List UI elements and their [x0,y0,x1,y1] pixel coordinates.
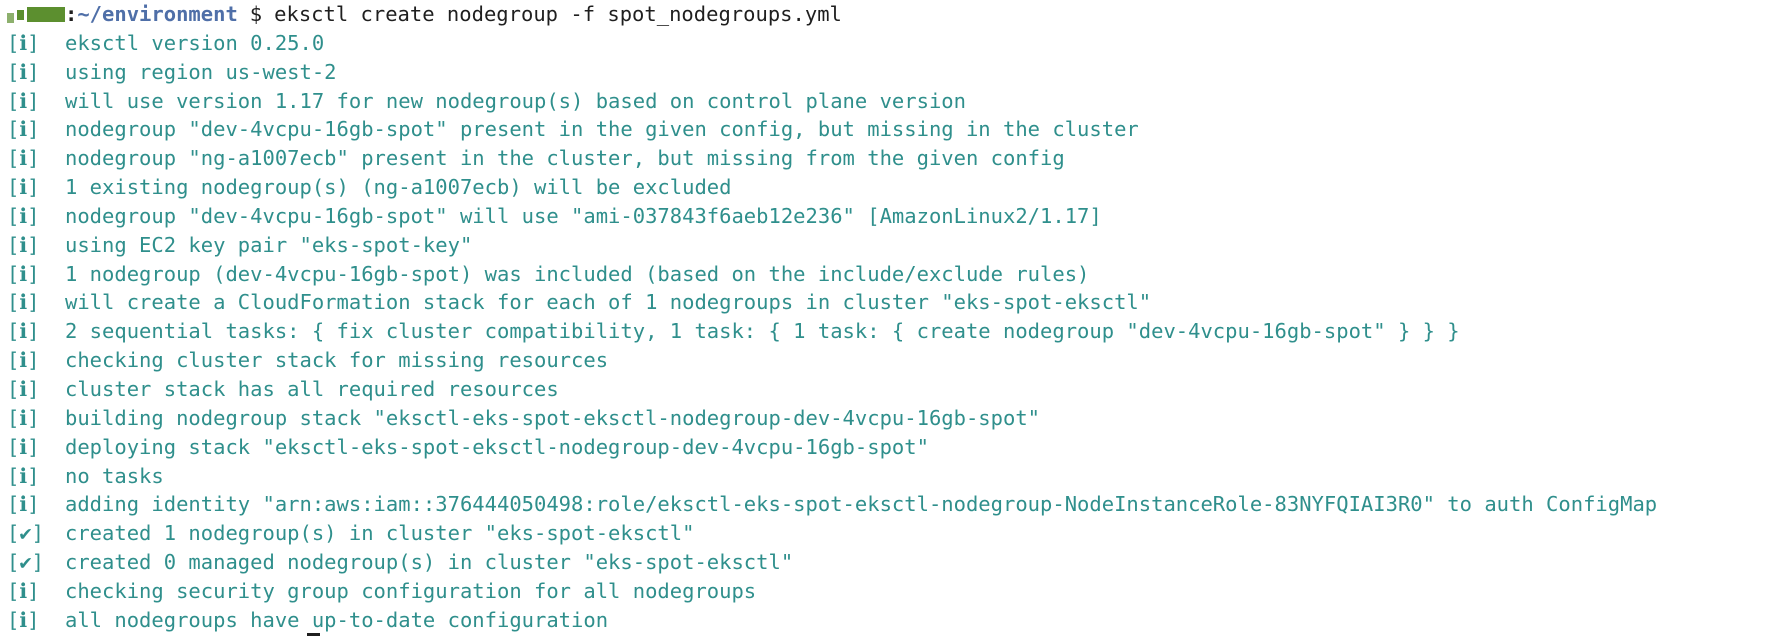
info-status-icon: [ℹ] [7,492,40,517]
output-message: created 0 managed nodegroup(s) in cluste… [65,550,794,575]
output-message: created 1 nodegroup(s) in cluster "eks-s… [65,521,695,546]
output-line: [ℹ] adding identity "arn:aws:iam::3764440… [7,490,1774,519]
output-message: eksctl version 0.25.0 [65,30,325,55]
output-line: [✔] created 1 nodegroup(s) in cluster "ek… [7,519,1774,548]
output-line: [✔] created 0 managed nodegroup(s) in clu… [7,548,1774,577]
info-status-icon: [ℹ] [7,175,40,200]
host-block-fragment [7,13,14,24]
output-line: [ℹ] nodegroup "dev-4vcpu-16gb-spot" prese… [7,115,1774,144]
info-status-icon: [ℹ] [7,376,40,401]
host-block-fragment [27,6,65,22]
output-line: [ℹ] eksctl version 0.25.0 [7,29,1774,58]
output-line: [ℹ] checking security group configuration… [7,577,1774,606]
success-status-icon: [✔] [7,550,45,575]
output-message: all nodegroups have up-to-date configura… [65,607,609,632]
info-status-icon: [ℹ] [7,117,40,142]
command-output: [ℹ] eksctl version 0.25.0 [ℹ] using region … [7,29,1774,635]
output-message: nodegroup "dev-4vcpu-16gb-spot" will use… [65,203,1102,228]
info-status-icon: [ℹ] [7,146,40,171]
info-status-icon: [ℹ] [7,578,40,603]
redacted-host-block [7,5,65,24]
output-message: cluster stack has all required resources [65,376,559,401]
info-status-icon: [ℹ] [7,405,40,430]
output-message: adding identity "arn:aws:iam::3764440504… [65,492,1658,517]
info-status-icon: [ℹ] [7,348,40,373]
info-status-icon: [ℹ] [7,290,40,315]
output-message: no tasks [65,463,164,488]
info-status-icon: [ℹ] [7,59,40,84]
output-line: [ℹ] 2 sequential tasks: { fix cluster com… [7,317,1774,346]
output-message: building nodegroup stack "eksctl-eks-spo… [65,405,1041,430]
output-message: using region us-west-2 [65,59,337,84]
output-line: [ℹ] will create a CloudFormation stack fo… [7,288,1774,317]
output-message: nodegroup "dev-4vcpu-16gb-spot" present … [65,117,1139,142]
output-line: [ℹ] cluster stack has all required resour… [7,375,1774,404]
output-line: [ℹ] 1 nodegroup (dev-4vcpu-16gb-spot) was… [7,260,1774,289]
output-line: [ℹ] using region us-west-2 [7,58,1774,87]
output-line: [ℹ] will use version 1.17 for new nodegro… [7,87,1774,116]
info-status-icon: [ℹ] [7,319,40,344]
output-message: checking security group configuration fo… [65,578,757,603]
info-status-icon: [ℹ] [7,434,40,459]
info-status-icon: [ℹ] [7,261,40,286]
output-line: [ℹ] nodegroup "ng-a1007ecb" present in th… [7,144,1774,173]
output-line: [ℹ] nodegroup "dev-4vcpu-16gb-spot" will … [7,202,1774,231]
prompt-line: : ~/environment $ eksctl create nodegrou… [7,0,1774,29]
output-message: will create a CloudFormation stack for e… [65,290,1152,315]
output-line: [ℹ] all nodegroups have up-to-date config… [7,606,1774,635]
info-status-icon: [ℹ] [7,30,40,55]
prompt-dollar: $ [249,2,263,26]
output-message: will use version 1.17 for new nodegroup(… [65,88,966,113]
info-status-icon: [ℹ] [7,463,40,488]
output-line: [ℹ] using EC2 key pair "eks-spot-key" [7,231,1774,260]
output-message: nodegroup "ng-a1007ecb" present in the c… [65,146,1065,171]
terminal-window[interactable]: : ~/environment $ eksctl create nodegrou… [0,0,1774,638]
info-status-icon: [ℹ] [7,607,40,632]
command-text: eksctl create nodegroup -f spot_nodegrou… [274,2,842,26]
prompt-path: ~/environment [77,2,238,26]
output-message: 2 sequential tasks: { fix cluster compat… [65,319,1460,344]
output-line: [ℹ] checking cluster stack for missing re… [7,346,1774,375]
success-status-icon: [✔] [7,521,45,546]
output-message: 1 nodegroup (dev-4vcpu-16gb-spot) was in… [65,261,1090,286]
output-line: [ℹ] building nodegroup stack "eksctl-eks-… [7,404,1774,433]
output-message: 1 existing nodegroup(s) (ng-a1007ecb) wi… [65,175,732,200]
output-line: [ℹ] no tasks [7,462,1774,491]
info-status-icon: [ℹ] [7,232,40,257]
terminal-cursor [307,633,320,636]
output-message: using EC2 key pair "eks-spot-key" [65,232,473,257]
output-message: deploying stack "eksctl-eks-spot-eksctl-… [65,434,929,459]
host-block-fragment [17,10,24,21]
output-line: [ℹ] deploying stack "eksctl-eks-spot-eksc… [7,433,1774,462]
prompt-separator: : [65,2,78,26]
info-status-icon: [ℹ] [7,203,40,228]
info-status-icon: [ℹ] [7,88,40,113]
output-message: checking cluster stack for missing resou… [65,348,609,373]
output-line: [ℹ] 1 existing nodegroup(s) (ng-a1007ecb)… [7,173,1774,202]
